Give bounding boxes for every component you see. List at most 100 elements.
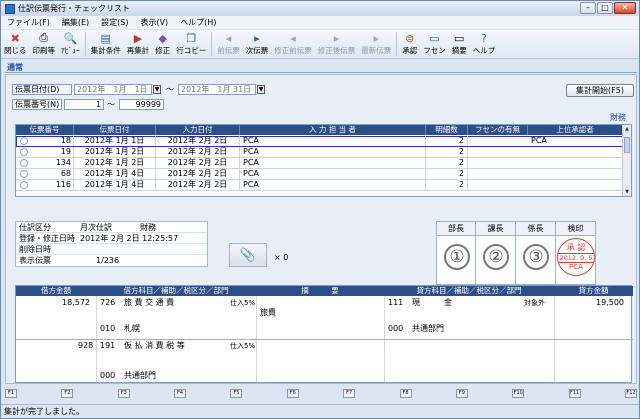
- stamp-kachou[interactable]: 課長 ②: [476, 221, 516, 285]
- list-scrollbar[interactable]: ▲ ▼: [622, 125, 631, 196]
- credit-name-1[interactable]: 現 金: [412, 298, 452, 308]
- before-edit-slip-button[interactable]: ◂ 修正前伝票: [271, 30, 315, 56]
- prev-slip-button[interactable]: ◂ 前伝票: [214, 30, 243, 56]
- cell-count: 2: [426, 169, 468, 179]
- debit-code-1[interactable]: 726: [100, 298, 115, 308]
- number-from-input[interactable]: 1: [64, 99, 104, 110]
- cell-approver: PCA: [528, 136, 623, 146]
- f11-key[interactable]: F11: [568, 389, 581, 398]
- debit-dept-code-2: 000: [100, 371, 116, 380]
- debit-amount-2[interactable]: 928: [78, 341, 93, 351]
- row-copy-button[interactable]: ❐ 行コピー: [173, 30, 209, 56]
- info-type-dept: 財務: [140, 223, 156, 232]
- date-to-dropdown[interactable]: ▼: [257, 85, 265, 94]
- paperclip-icon: [18, 169, 30, 179]
- f2-key[interactable]: F2: [61, 389, 74, 398]
- latest-icon: ▸: [373, 31, 380, 45]
- menu-settings[interactable]: 設定(S): [95, 17, 134, 28]
- stamp-buchou[interactable]: 部長 ①: [436, 221, 476, 285]
- f4-key[interactable]: F4: [174, 389, 187, 398]
- f10-key[interactable]: F10: [512, 389, 525, 398]
- run-button[interactable]: 集計開始(F5): [566, 84, 634, 97]
- f8-key[interactable]: F8: [399, 389, 412, 398]
- menu-view[interactable]: 表示(V): [134, 17, 174, 28]
- f6-key[interactable]: F6: [286, 389, 299, 398]
- recalc-button[interactable]: ▶ 再集計: [124, 30, 153, 56]
- paperclip-icon: [18, 136, 30, 146]
- menu-help[interactable]: ヘルプ(H): [174, 17, 222, 28]
- table-row[interactable]: 19 2012年 1月 2日 2012年 2月 2日 PCA 2: [16, 147, 623, 158]
- debit-name-2[interactable]: 仮 払 消 費 税 等: [124, 341, 185, 351]
- cell-date: 2012年 1月 2日: [74, 147, 156, 157]
- help-button[interactable]: ? ヘルプ: [470, 30, 499, 56]
- debit-code-2[interactable]: 191: [100, 341, 115, 351]
- f1-key[interactable]: F1: [5, 389, 17, 398]
- close-button[interactable]: ✖ 閉じる: [1, 30, 30, 56]
- main-panel: 伝票日付(D) 2012年 1月 1日 ▼ ～ 2012年 1月 31日 ▼ 伝…: [5, 74, 637, 384]
- app-icon: [5, 3, 15, 14]
- print-button[interactable]: ⎙ 印刷等: [30, 30, 59, 56]
- col-debit-account: 借方科目／補助／税区分／部門: [123, 286, 229, 295]
- copy-icon: ❐: [186, 31, 197, 45]
- edit-icon: ◆: [158, 31, 167, 45]
- table-row[interactable]: 68 2012年 1月 4日 2012年 2月 2日 PCA 2: [16, 169, 623, 180]
- date-to-input[interactable]: 2012年 1月 31日: [178, 84, 256, 95]
- f5-key[interactable]: F5: [230, 389, 243, 398]
- stamp-kenin[interactable]: 検印 承 認 2012. 9. 5 PCA: [556, 221, 596, 285]
- f3-key[interactable]: F3: [117, 389, 130, 398]
- approve-button[interactable]: ⊜ 承認: [399, 30, 420, 56]
- f7-key[interactable]: F7: [343, 389, 356, 398]
- cell-count: 2: [426, 180, 468, 190]
- next-slip-button[interactable]: ▸ 次伝票: [243, 30, 272, 56]
- menu-edit[interactable]: 編集(E): [56, 17, 95, 28]
- cell-date: 2012年 1月 1日: [74, 136, 156, 146]
- f12-key[interactable]: F12: [624, 389, 637, 398]
- date-from-input[interactable]: 2012年 1月 1日: [74, 84, 152, 95]
- stamp-kakarichou[interactable]: 係長 ③: [516, 221, 556, 285]
- edit-button[interactable]: ◆ 修正: [152, 30, 173, 56]
- col-user[interactable]: 入 力 担 当 者: [240, 125, 426, 135]
- debit-amount-1[interactable]: 18,572: [62, 298, 90, 308]
- col-date[interactable]: 伝票日付: [74, 125, 156, 135]
- number-to-input[interactable]: 99999: [119, 99, 164, 110]
- scroll-up-icon[interactable]: ▲: [623, 125, 631, 133]
- menu-file[interactable]: ファイル(F): [1, 17, 56, 28]
- col-number[interactable]: 伝票番号: [16, 125, 74, 135]
- credit-amount-1[interactable]: 19,500: [596, 298, 624, 308]
- cell-count: 2: [426, 136, 468, 146]
- f9-key[interactable]: F9: [455, 389, 468, 398]
- attachment-button[interactable]: 📎: [229, 243, 267, 267]
- scroll-down-icon[interactable]: ▼: [623, 188, 631, 196]
- col-count[interactable]: 明細数: [426, 125, 468, 135]
- debit-name-1[interactable]: 旅 費 交 通 費: [124, 298, 174, 308]
- after-edit-slip-button[interactable]: ▸ 修正後伝票: [315, 30, 359, 56]
- close-window-button[interactable]: ✕: [614, 2, 636, 14]
- credit-code-1[interactable]: 111: [388, 298, 403, 308]
- debit-tax-1: 仕入5%: [230, 299, 256, 307]
- stamp-mark: ①: [444, 244, 470, 270]
- sticky-button[interactable]: ▭ フセン: [420, 30, 449, 56]
- condition-button[interactable]: ▤ 集計条件: [88, 30, 124, 56]
- info-type-label: 仕訳区分: [19, 223, 51, 232]
- col-debit-amount: 借方金額: [41, 286, 71, 295]
- summary-button[interactable]: ▭ 摘要: [449, 30, 470, 56]
- approval-stamps: 部長 ① 課長 ② 係長 ③ 検印 承 認 2012. 9. 5 PCA: [436, 221, 636, 285]
- scroll-thumb[interactable]: [624, 137, 630, 153]
- function-keys: F1 F2 F3 F4 F5 F6 F7 F8 F9 F10 F11 F12: [5, 389, 637, 399]
- sticky-icon: ▭: [429, 31, 440, 45]
- col-input-date[interactable]: 入力日付: [156, 125, 240, 135]
- minimize-button[interactable]: –: [580, 2, 596, 14]
- table-row[interactable]: 134 2012年 1月 2日 2012年 2月 2日 PCA 2: [16, 158, 623, 169]
- col-sticky[interactable]: フセンの有無: [468, 125, 528, 135]
- maximize-button[interactable]: □: [597, 2, 613, 14]
- date-from-dropdown[interactable]: ▼: [153, 85, 161, 94]
- tab-normal[interactable]: 通常: [7, 62, 23, 73]
- memo-text[interactable]: 旅費: [260, 308, 276, 318]
- table-row[interactable]: 18 2012年 1月 1日 2012年 2月 2日 PCA 2 PCA: [16, 136, 623, 147]
- col-approver[interactable]: 上位承認者: [528, 125, 623, 135]
- title-bar: 仕訳伝票発行・チェックリスト – □ ✕: [1, 1, 639, 16]
- preview-button[interactable]: 🔍 ｱﾋﾞｭｰ: [58, 30, 83, 56]
- table-row[interactable]: 116 2012年 1月 4日 2012年 2月 2日 PCA 2: [16, 180, 623, 191]
- date-label: 伝票日付(D): [12, 84, 72, 95]
- latest-slip-button[interactable]: ▸ 最新伝票: [358, 30, 394, 56]
